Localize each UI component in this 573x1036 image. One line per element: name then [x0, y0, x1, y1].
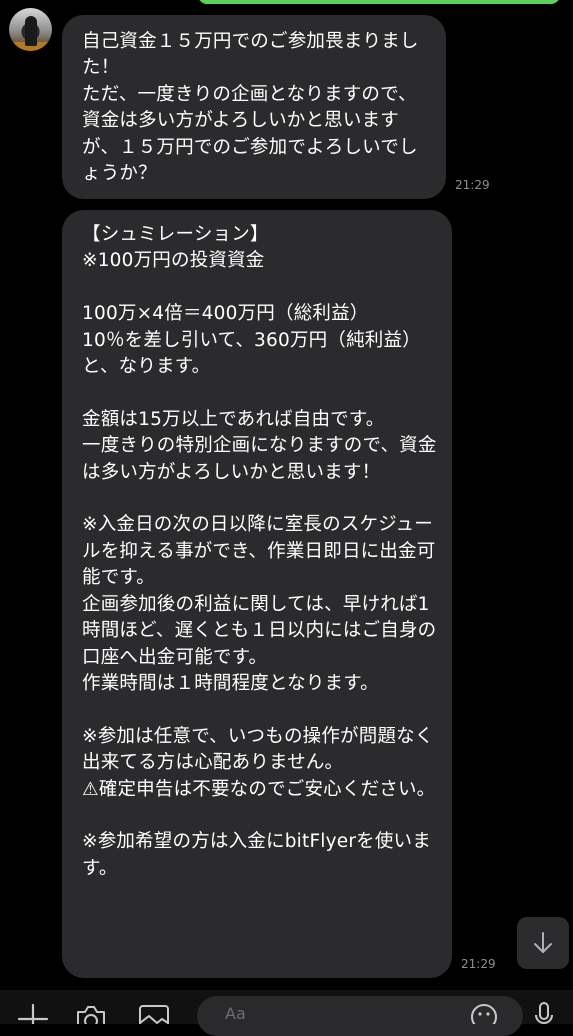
- message-timestamp: 21:29: [455, 178, 490, 192]
- microphone-icon[interactable]: [533, 1001, 555, 1024]
- message-timestamp: 21:29: [461, 957, 496, 971]
- image-icon[interactable]: [137, 1003, 171, 1024]
- camera-icon[interactable]: [74, 1003, 108, 1024]
- message-text: 【シュミレーション】 ※100万円の投資資金 100万×4倍＝400万円（総利益…: [82, 224, 437, 879]
- message-text: 自己資金１５万円でのご参加畏まりました！ ただ、一度きりの企画となりますので、資…: [82, 31, 419, 185]
- arrow-down-icon: [534, 932, 552, 953]
- message-bubble[interactable]: 【シュミレーション】 ※100万円の投資資金 100万×4倍＝400万円（総利益…: [62, 210, 452, 978]
- emoji-icon[interactable]: [470, 1003, 498, 1024]
- plus-icon[interactable]: [16, 1003, 50, 1024]
- message-bubble[interactable]: 自己資金１５万円でのご参加畏まりました！ ただ、一度きりの企画となりますので、資…: [62, 15, 446, 199]
- own-message-bubble[interactable]: [198, 0, 560, 4]
- avatar-figure: [25, 16, 37, 46]
- scroll-down-button[interactable]: [517, 917, 569, 969]
- avatar[interactable]: [9, 8, 52, 51]
